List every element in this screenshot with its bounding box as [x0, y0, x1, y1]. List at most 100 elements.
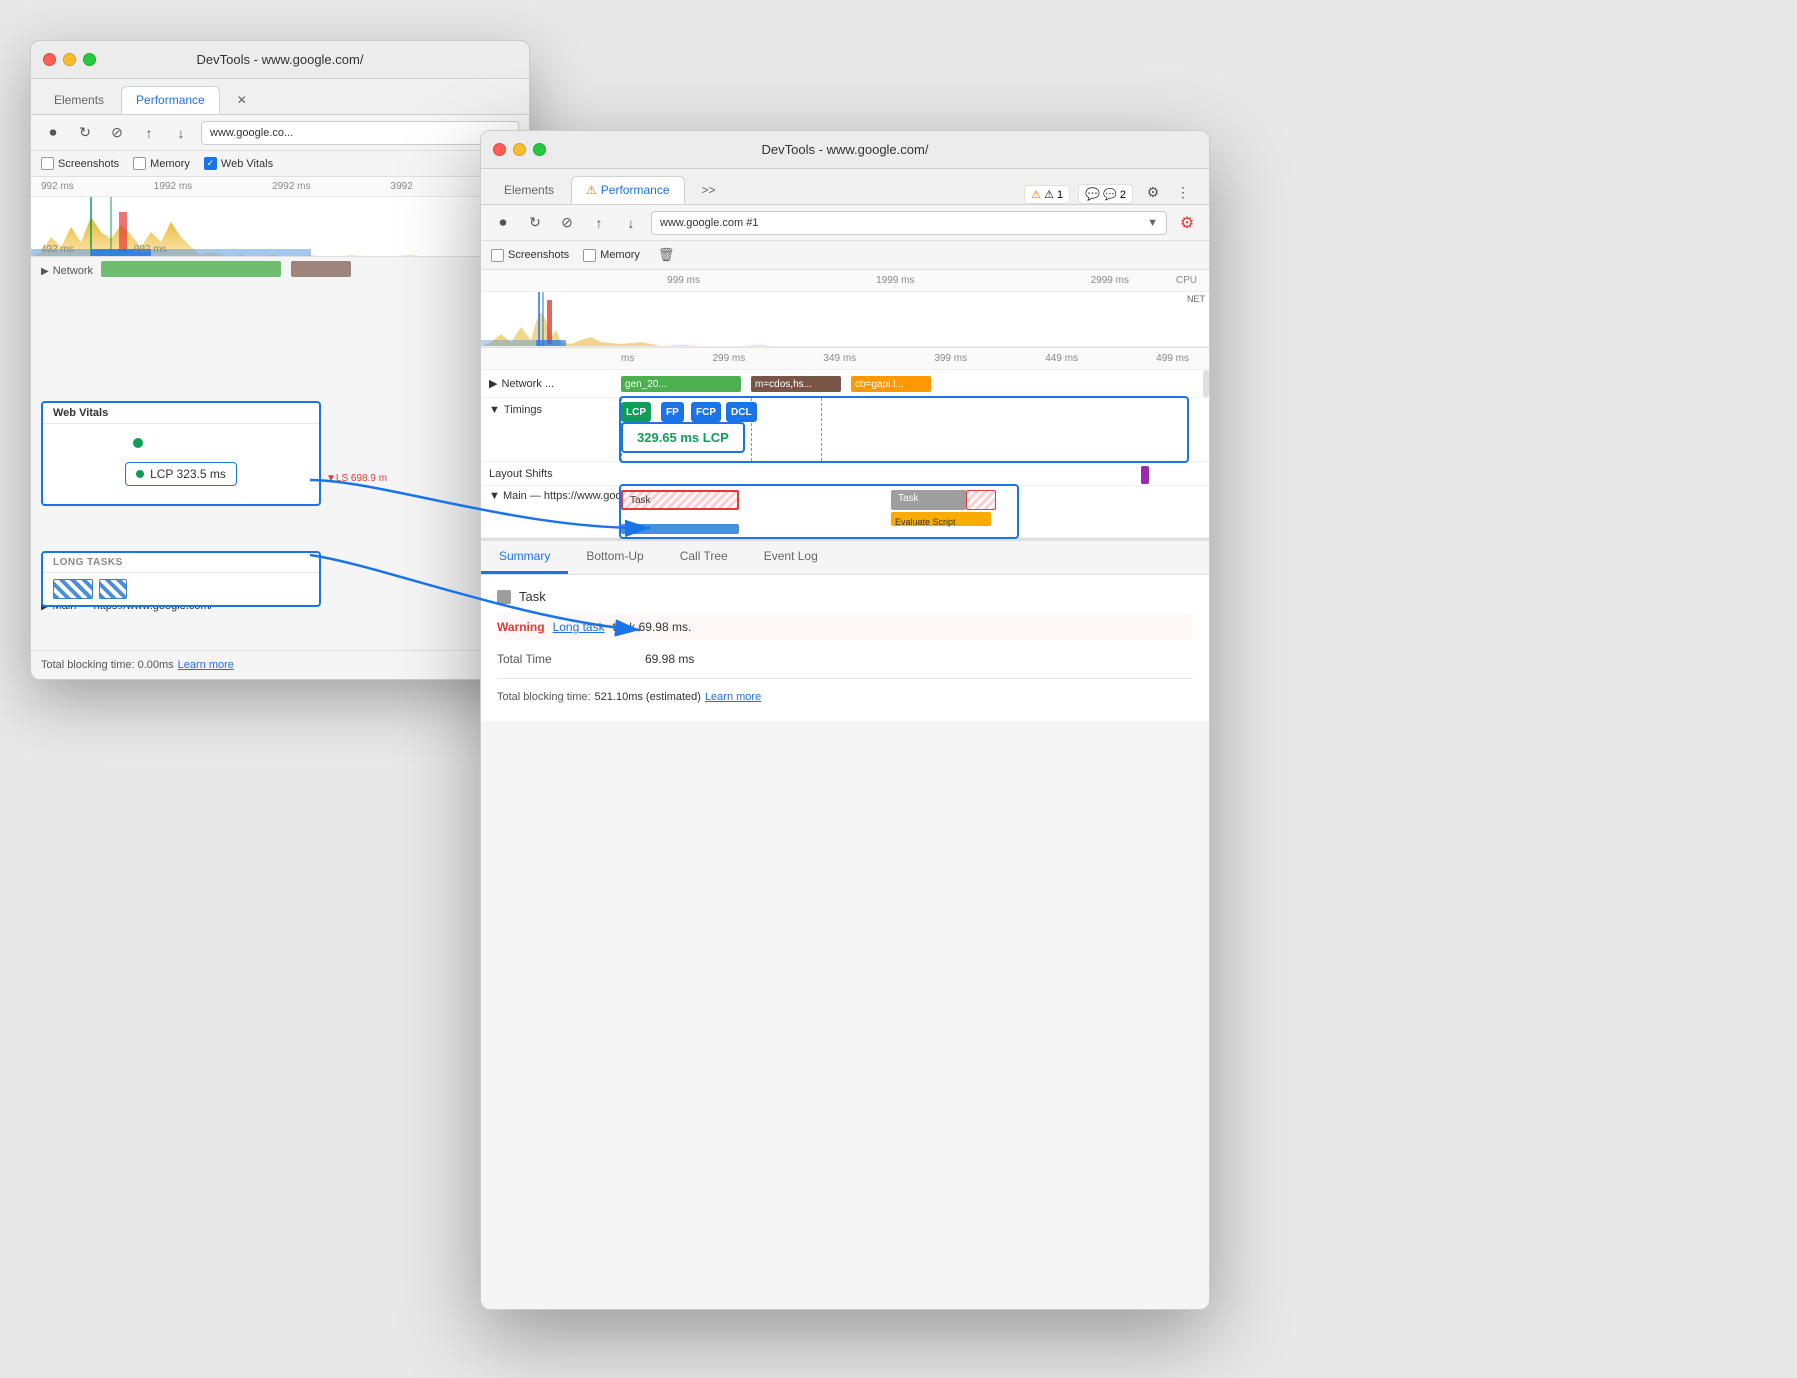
record-button-front[interactable]: ⏺ [491, 211, 515, 235]
long-tasks-header: LONG TASKS [43, 553, 319, 573]
back-toolbar: ⏺ ↻ ⊘ ↑ ↓ www.google.co... [31, 115, 529, 151]
blocking-value: 521.10ms (estimated) [595, 691, 701, 703]
warning-icon: ⚠ [1031, 188, 1041, 201]
lcp-tooltip: 329.65 ms LCP [621, 422, 745, 453]
front-timeline-overview: 999 ms 1999 ms 2999 ms CPU NET [481, 270, 1209, 348]
trash-button[interactable]: 🗑 [658, 247, 675, 263]
stop-button-front[interactable]: ⊘ [555, 211, 579, 235]
close-button-back[interactable] [43, 53, 56, 66]
timings-content: LCP FP FCP DCL 329.65 ms LCP [621, 398, 1209, 461]
upload-button-back[interactable]: ↑ [137, 121, 161, 145]
tab-performance-back[interactable]: Performance [121, 86, 220, 114]
ruler-back: 992 ms 1992 ms 2992 ms 3992 [31, 177, 529, 197]
memory-box-back[interactable] [133, 157, 146, 170]
download-button-front[interactable]: ↓ [619, 211, 643, 235]
total-time-label: Total Time [497, 652, 637, 666]
screenshots-checkbox-back[interactable]: Screenshots [41, 157, 119, 170]
memory-checkbox-back[interactable]: Memory [133, 157, 190, 170]
front-cpu-area: NET [481, 292, 1209, 347]
refresh-button-front[interactable]: ↻ [523, 211, 547, 235]
screenshots-box-front[interactable] [491, 249, 504, 262]
ruler-marks-back: 992 ms 1992 ms 2992 ms 3992 [41, 181, 413, 192]
warning-badge-btn[interactable]: ⚠ ⚠ 1 [1024, 185, 1070, 204]
tab-close-back[interactable]: ✕ [222, 86, 262, 114]
vline-dcl [821, 398, 823, 461]
stop-button-back[interactable]: ⊘ [105, 121, 129, 145]
net-bar-1-back [101, 261, 281, 277]
refresh-button-back[interactable]: ↻ [73, 121, 97, 145]
timeline-back: 992 ms 1992 ms 2992 ms 3992 [31, 177, 529, 257]
layout-sub-bar [621, 524, 739, 534]
tab-call-tree[interactable]: Call Tree [662, 541, 746, 574]
memory-box-front[interactable] [583, 249, 596, 262]
traffic-lights-front [493, 143, 546, 156]
tab-summary[interactable]: Summary [481, 541, 568, 574]
minimize-button-front[interactable] [513, 143, 526, 156]
web-vitals-content: LCP 323.5 ms [43, 424, 319, 504]
long-tasks-content [43, 573, 319, 605]
chart-back: 492 ms 992 ms CPU NET [31, 197, 529, 257]
bottom-tabs-panel: Summary Bottom-Up Call Tree Event Log Ta… [481, 539, 1209, 721]
front-bottom-bar: Total blocking time: 521.10ms (estimated… [497, 687, 1193, 707]
detail-ruler: ms 299 ms 349 ms 399 ms 449 ms 499 ms [481, 348, 1209, 370]
screenshots-box-back[interactable] [41, 157, 54, 170]
tab-bottom-up[interactable]: Bottom-Up [568, 541, 661, 574]
minimize-button-back[interactable] [63, 53, 76, 66]
learn-more-front[interactable]: Learn more [705, 691, 761, 703]
settings-btn-front[interactable]: ⚙ [1141, 180, 1165, 204]
front-titlebar: DevTools - www.google.com/ [481, 131, 1209, 169]
layout-shifts-content [621, 462, 1209, 485]
warning-row: Warning Long task took 69.98 ms. [497, 614, 1193, 640]
summary-task-header: Task [497, 589, 1193, 604]
upload-button-front[interactable]: ↑ [587, 211, 611, 235]
network-track-content: gen_20... m=cdos,hs... cb=gapi.l... [621, 370, 1209, 397]
maximize-button-back[interactable] [83, 53, 96, 66]
tab-elements-front[interactable]: Elements [489, 176, 569, 204]
main-track-row: ▼ Main — https://www.google.com/ Task Ta… [481, 486, 1209, 538]
cls-label-back: ▼LS 698.9 m [326, 473, 387, 484]
layout-shifts-label: Layout Shifts [481, 468, 621, 480]
evaluate-script-bar: Evaluate Script [891, 512, 991, 526]
cpu-svg-front [481, 292, 1209, 347]
web-vitals-checkbox-back[interactable]: ✓ Web Vitals [204, 157, 273, 170]
total-time-value: 69.98 ms [645, 652, 694, 666]
tracks-area: ▶ Network ... gen_20... m=cdos,hs... cb=… [481, 370, 1209, 539]
lcp-dot-sm [136, 470, 144, 478]
memory-checkbox-front[interactable]: Memory [583, 249, 640, 262]
learn-more-back[interactable]: Learn more [178, 659, 234, 671]
task-bar-red[interactable]: Task [621, 490, 739, 510]
network-label-back: ▶ Network [41, 265, 93, 277]
settings-gear-btn[interactable]: ⚙ [1175, 211, 1199, 235]
network-track-label: ▶ Network ... [481, 377, 621, 390]
maximize-button-front[interactable] [533, 143, 546, 156]
tab-event-log[interactable]: Event Log [746, 541, 836, 574]
tab-performance-front[interactable]: ⚠ Performance [571, 176, 684, 204]
message-icon: 💬 [1085, 187, 1100, 201]
download-button-back[interactable]: ↓ [169, 121, 193, 145]
lcp-dot-top [133, 438, 143, 448]
tab-elements-back[interactable]: Elements [39, 86, 119, 114]
web-vitals-box-back[interactable]: ✓ [204, 157, 217, 170]
fcp-timing-badge: FCP [691, 402, 721, 422]
lcp-badge: LCP 323.5 ms [125, 462, 237, 486]
task-label-red: Task [627, 495, 654, 506]
front-devtools-window: DevTools - www.google.com/ Elements ⚠ Pe… [480, 130, 1210, 1310]
close-button-front[interactable] [493, 143, 506, 156]
task-block-1 [53, 579, 93, 599]
long-task-link[interactable]: Long task [553, 620, 605, 634]
front-tab-bar: Elements ⚠ Performance >> ⚠ ⚠ 1 💬 💬 2 ⚙ … [481, 169, 1209, 205]
ruler-detail-back: 492 ms 992 ms [41, 244, 529, 255]
tab-more-front[interactable]: >> [687, 176, 731, 204]
layout-shifts-row: Layout Shifts [481, 462, 1209, 486]
summary-divider [497, 678, 1193, 679]
long-tasks-box: LONG TASKS [41, 551, 321, 607]
record-button-back[interactable]: ⏺ [41, 121, 65, 145]
message-badge-btn[interactable]: 💬 💬 2 [1078, 184, 1133, 204]
task-bar-gray[interactable]: Task [891, 490, 966, 510]
front-top-ruler: 999 ms 1999 ms 2999 ms CPU [481, 270, 1209, 292]
scrollbar-v[interactable] [1203, 370, 1209, 397]
more-btn-front[interactable]: ⋮ [1171, 180, 1195, 204]
checkboxes-back: Screenshots Memory ✓ Web Vitals [31, 151, 529, 177]
traffic-lights-back [43, 53, 96, 66]
screenshots-checkbox-front[interactable]: Screenshots [491, 249, 569, 262]
